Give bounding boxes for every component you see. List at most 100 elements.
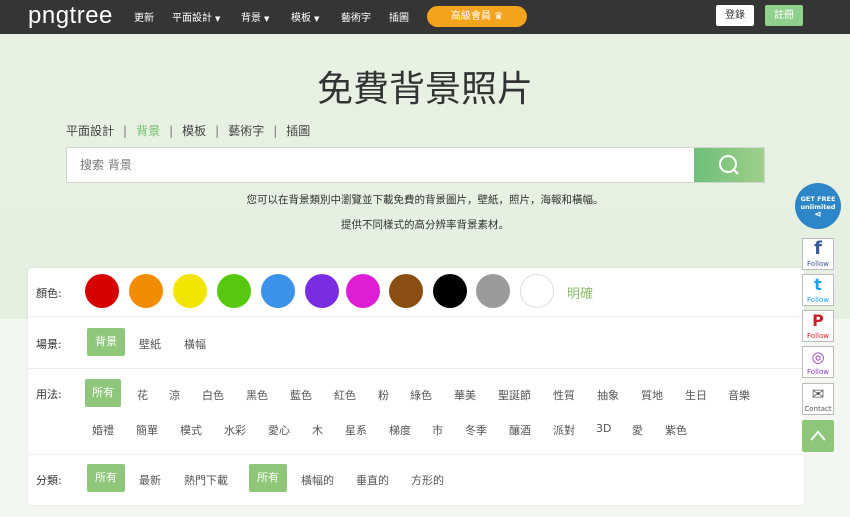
- color-swatch-purple[interactable]: [305, 274, 339, 308]
- usage-chip[interactable]: 粉: [378, 387, 389, 403]
- usage-chip[interactable]: 涼: [169, 387, 180, 403]
- search-input[interactable]: [67, 148, 695, 182]
- color-swatch-orange[interactable]: [129, 274, 163, 308]
- tab-template[interactable]: 模板: [182, 124, 206, 138]
- envelope-icon: ✉: [811, 385, 825, 403]
- premium-button[interactable]: 高級會員 ♛: [427, 6, 527, 27]
- nav-item-illustration[interactable]: 插圖: [389, 9, 409, 24]
- filter-panel: 顏色: 明確 場景: 背景 壁紙 橫幅 用法: 所有 花 涼 白色 黑色 藍色 …: [28, 268, 804, 505]
- shape-chip-all[interactable]: 所有: [249, 464, 287, 492]
- scroll-to-top-button[interactable]: [802, 420, 834, 452]
- nav-item-template[interactable]: 模板 ▼: [291, 9, 319, 24]
- usage-chip[interactable]: 性質: [553, 387, 575, 403]
- tab-background[interactable]: 背景: [136, 124, 160, 138]
- shape-chip-horizontal[interactable]: 橫幅的: [301, 472, 334, 488]
- usage-chip[interactable]: 黑色: [246, 387, 268, 403]
- color-swatch-white[interactable]: [520, 274, 554, 308]
- search-icon: [719, 155, 739, 175]
- usage-chip[interactable]: 3D: [596, 422, 611, 435]
- chevron-down-icon: ▼: [215, 15, 221, 23]
- usage-chip[interactable]: 冬季: [465, 422, 487, 438]
- tab-graphic-design[interactable]: 平面設計: [66, 124, 114, 138]
- search-button[interactable]: [694, 148, 764, 182]
- usage-chip[interactable]: 花: [137, 387, 148, 403]
- usage-chip[interactable]: 生日: [685, 387, 707, 403]
- usage-chip[interactable]: 白色: [202, 387, 224, 403]
- page-title: 免費背景照片: [316, 69, 533, 109]
- twitter-icon: t: [814, 275, 822, 294]
- contact-button[interactable]: ✉ Contact: [802, 383, 834, 415]
- nav-item-word-art[interactable]: 藝術字: [341, 9, 371, 24]
- shape-chip-vertical[interactable]: 垂直的: [356, 472, 389, 488]
- category-chip-all[interactable]: 所有: [87, 464, 125, 492]
- color-swatch-blue[interactable]: [261, 274, 295, 308]
- usage-chip[interactable]: 音樂: [728, 387, 750, 403]
- twitter-follow-button[interactable]: t Follow: [802, 274, 834, 306]
- tab-word-art[interactable]: 藝術字: [228, 124, 264, 138]
- pinterest-icon: P: [812, 311, 824, 330]
- usage-chip[interactable]: 綠色: [410, 387, 432, 403]
- color-swatch-black[interactable]: [433, 274, 467, 308]
- usage-chip[interactable]: 抽象: [597, 387, 619, 403]
- category-tabs: 平面設計 | 背景 | 模板 | 藝術字 | 插圖: [66, 124, 311, 138]
- usage-filter-label: 用法:: [36, 388, 62, 401]
- usage-chip[interactable]: 婚禮: [92, 422, 114, 438]
- clear-color-button[interactable]: 明確: [567, 283, 593, 302]
- get-free-unlimited-badge[interactable]: GET FREE unlimited ⋖: [795, 183, 841, 229]
- pinterest-follow-button[interactable]: P Follow: [802, 310, 834, 342]
- usage-chip[interactable]: 紫色: [665, 422, 687, 438]
- pngtree-logo[interactable]: pngtree: [28, 2, 113, 30]
- hero-subdescription: 提供不同樣式的高分辨率背景素材。: [341, 219, 509, 231]
- usage-chip[interactable]: 模式: [180, 422, 202, 438]
- nav-item-update[interactable]: 更新: [134, 9, 154, 24]
- scene-chip-wallpaper[interactable]: 壁紙: [139, 336, 161, 352]
- instagram-follow-button[interactable]: ◎ Follow: [802, 346, 834, 378]
- usage-chip[interactable]: 水彩: [224, 422, 246, 438]
- color-swatch-brown[interactable]: [389, 274, 423, 308]
- usage-chip[interactable]: 木: [312, 422, 323, 438]
- usage-chip[interactable]: 市: [432, 422, 443, 438]
- category-chip-latest[interactable]: 最新: [139, 472, 161, 488]
- color-filter-label: 顏色:: [36, 287, 62, 300]
- chevron-up-icon: [810, 430, 826, 441]
- category-filter-label: 分類:: [36, 474, 62, 487]
- usage-chip[interactable]: 紅色: [334, 387, 356, 403]
- usage-chip[interactable]: 星系: [345, 422, 367, 438]
- usage-chip[interactable]: 質地: [641, 387, 663, 403]
- hero-description: 您可以在背景類別中瀏覽並下載免費的背景圖片，壁紙，照片，海報和橫幅。: [246, 194, 604, 206]
- chevron-down-icon: ▼: [264, 15, 270, 23]
- color-swatch-gray[interactable]: [476, 274, 510, 308]
- crown-icon: ♛: [494, 11, 504, 22]
- nav-item-background[interactable]: 背景 ▼: [241, 9, 269, 24]
- usage-chip[interactable]: 梯度: [389, 422, 411, 438]
- facebook-follow-button[interactable]: f Follow: [802, 238, 834, 270]
- facebook-icon: f: [814, 238, 822, 259]
- usage-chip[interactable]: 簡單: [136, 422, 158, 438]
- color-swatch-green[interactable]: [217, 274, 251, 308]
- scene-chip-background[interactable]: 背景: [87, 328, 125, 356]
- tab-illustration[interactable]: 插圖: [286, 124, 310, 138]
- category-chip-popular[interactable]: 熱門下載: [184, 472, 228, 488]
- divider: [28, 316, 804, 317]
- usage-chip[interactable]: 釀酒: [509, 422, 531, 438]
- shape-chip-square[interactable]: 方形的: [411, 472, 444, 488]
- color-swatch-yellow[interactable]: [173, 274, 207, 308]
- register-button[interactable]: 註冊: [765, 5, 803, 26]
- nav-item-graphic-design[interactable]: 平面設計 ▼: [172, 9, 220, 24]
- divider: [28, 454, 804, 455]
- search-bar: [66, 147, 765, 183]
- usage-chip[interactable]: 華美: [454, 387, 476, 403]
- usage-chip[interactable]: 愛心: [268, 422, 290, 438]
- usage-chip[interactable]: 愛: [632, 422, 643, 438]
- scene-filter-label: 場景:: [36, 338, 62, 351]
- color-swatch-magenta[interactable]: [346, 274, 380, 308]
- scene-chip-banner[interactable]: 橫幅: [184, 336, 206, 352]
- divider: [28, 368, 804, 369]
- usage-chip[interactable]: 派對: [553, 422, 575, 438]
- usage-chip[interactable]: 所有: [85, 379, 121, 407]
- usage-chip[interactable]: 聖誕節: [498, 387, 531, 403]
- login-button[interactable]: 登錄: [716, 5, 754, 26]
- chevron-down-icon: ▼: [314, 15, 320, 23]
- color-swatch-red[interactable]: [85, 274, 119, 308]
- usage-chip[interactable]: 藍色: [290, 387, 312, 403]
